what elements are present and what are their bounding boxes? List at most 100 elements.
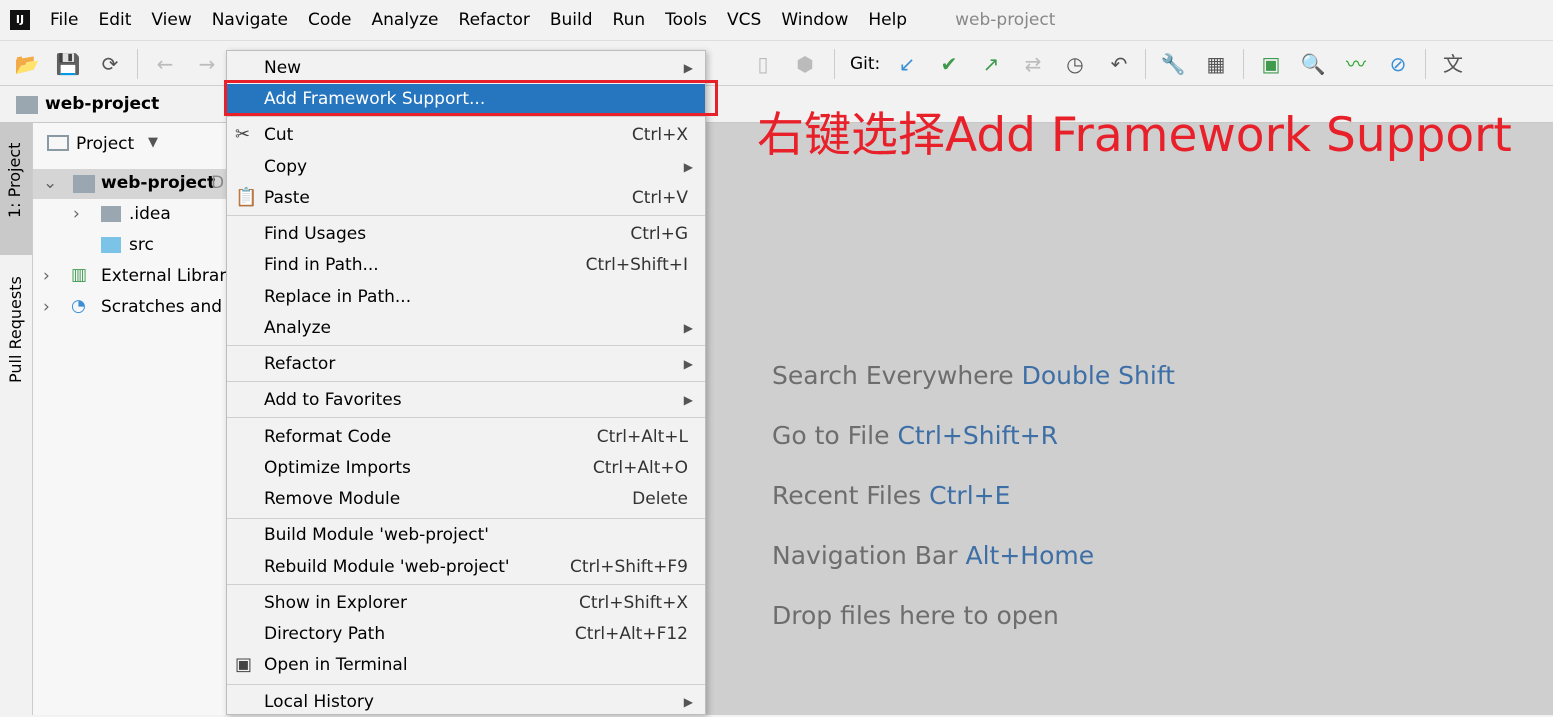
- tree-item-external-libraries[interactable]: › ▥ External Libraries: [33, 262, 226, 292]
- menu-item-find-in-path[interactable]: Find in Path... Ctrl+Shift+I: [227, 250, 705, 280]
- tab-pull-requests[interactable]: Pull Requests: [0, 263, 32, 413]
- menu-item-label: Local History: [264, 692, 374, 712]
- shortcut: Ctrl+Shift+I: [585, 255, 688, 275]
- menu-separator: [227, 215, 705, 216]
- module-folder-icon: [73, 175, 95, 193]
- menu-separator: [227, 381, 705, 382]
- clipboard-icon: 📋: [235, 187, 258, 208]
- menu-item-build-module-web-project[interactable]: Build Module 'web-project': [227, 520, 705, 550]
- history-icon[interactable]: ◷: [1062, 51, 1088, 77]
- menu-item-label: Cut: [264, 125, 294, 145]
- menu-item-label: Find in Path...: [264, 255, 379, 275]
- run-window-icon[interactable]: ▣: [1258, 51, 1284, 77]
- menu-file[interactable]: File: [50, 10, 78, 30]
- tab-project[interactable]: 1: Project: [0, 123, 32, 255]
- chevron-right-icon[interactable]: ›: [43, 266, 50, 286]
- back-icon[interactable]: ←: [152, 51, 178, 77]
- sync-icon[interactable]: ⟳: [97, 51, 123, 77]
- menu-item-label: Paste: [264, 188, 310, 208]
- tree-item-root[interactable]: ⌄ web-project D: [33, 169, 226, 199]
- menu-refactor[interactable]: Refactor: [459, 10, 530, 30]
- search-icon[interactable]: 🔍: [1300, 51, 1326, 77]
- project-view-selector[interactable]: Project: [76, 134, 134, 154]
- chevron-right-icon[interactable]: ›: [43, 297, 50, 317]
- shortcut: Ctrl+Shift+F9: [570, 557, 688, 577]
- menu-help[interactable]: Help: [868, 10, 907, 30]
- chevron-right-icon[interactable]: ›: [73, 204, 80, 224]
- menu-item-add-to-favorites[interactable]: Add to Favorites ▶: [227, 385, 705, 415]
- menu-item-label: Analyze: [264, 318, 331, 338]
- git-update-icon[interactable]: ↙: [894, 51, 920, 77]
- menu-run[interactable]: Run: [613, 10, 646, 30]
- menu-separator: [227, 584, 705, 585]
- menu-item-directory-path[interactable]: Directory Path Ctrl+Alt+F12: [227, 619, 705, 649]
- menu-item-replace-in-path[interactable]: Replace in Path...: [227, 282, 705, 312]
- menu-item-find-usages[interactable]: Find Usages Ctrl+G: [227, 219, 705, 249]
- translate-icon[interactable]: 文: [1440, 51, 1466, 77]
- open-folder-icon[interactable]: 📂: [14, 51, 40, 77]
- menu-item-remove-module[interactable]: Remove Module Delete: [227, 484, 705, 514]
- menu-item-copy[interactable]: Copy ▶: [227, 152, 705, 182]
- terminal-icon: ▣: [235, 654, 253, 675]
- shortcut: Ctrl+Alt+F12: [574, 624, 688, 644]
- menu-item-reformat-code[interactable]: Reformat Code Ctrl+Alt+L: [227, 422, 705, 452]
- menu-navigate[interactable]: Navigate: [212, 10, 288, 30]
- source-folder-icon: [101, 237, 121, 253]
- window-title: web-project: [955, 10, 1056, 30]
- menu-item-label: Replace in Path...: [264, 287, 412, 307]
- shortcut: Delete: [632, 489, 688, 509]
- git-label: Git:: [850, 54, 881, 74]
- breadcrumb-project[interactable]: web-project: [45, 94, 159, 114]
- tree-item-src[interactable]: src: [33, 231, 226, 261]
- menu-item-label: New: [264, 58, 302, 78]
- forward-icon[interactable]: →: [194, 51, 220, 77]
- chevron-down-icon[interactable]: ⌄: [43, 173, 57, 193]
- submenu-arrow-icon: ▶: [683, 393, 693, 407]
- menu-separator: [227, 345, 705, 346]
- menu-view[interactable]: View: [151, 10, 191, 30]
- git-commit-icon[interactable]: ✔: [936, 51, 962, 77]
- shortcut: Ctrl+V: [631, 188, 688, 208]
- device-icon[interactable]: ▯: [750, 51, 776, 77]
- profiler-icon[interactable]: 〰: [1343, 51, 1369, 77]
- project-structure-icon[interactable]: ▦: [1203, 51, 1229, 77]
- hint-search-everywhere: Search Everywhere Double Shift: [772, 361, 1175, 390]
- menu-vcs[interactable]: VCS: [727, 10, 761, 30]
- menu-window[interactable]: Window: [781, 10, 848, 30]
- menu-item-rebuild-module-web-project[interactable]: Rebuild Module 'web-project' Ctrl+Shift+F…: [227, 552, 705, 582]
- menu-code[interactable]: Code: [308, 10, 352, 30]
- tree-item-idea[interactable]: › .idea: [33, 200, 226, 230]
- menu-analyze[interactable]: Analyze: [372, 10, 439, 30]
- menu-item-new[interactable]: New ▶: [227, 53, 705, 83]
- menu-item-optimize-imports[interactable]: Optimize Imports Ctrl+Alt+O: [227, 453, 705, 483]
- menu-item-cut[interactable]: ✂ Cut Ctrl+X: [227, 120, 705, 150]
- menu-bar: IJ File Edit View Navigate Code Analyze …: [0, 0, 1553, 40]
- menu-item-local-history[interactable]: Local History ▶: [227, 687, 705, 717]
- menu-item-label: Show in Explorer: [264, 593, 407, 613]
- menu-build[interactable]: Build: [550, 10, 593, 30]
- menu-item-analyze[interactable]: Analyze ▶: [227, 313, 705, 343]
- hint-recent-files: Recent Files Ctrl+E: [772, 481, 1011, 510]
- package-icon[interactable]: ⬢: [792, 51, 818, 77]
- git-merge-icon[interactable]: ⇄: [1020, 51, 1046, 77]
- menu-tools[interactable]: Tools: [665, 10, 707, 30]
- disable-icon[interactable]: ⊘: [1385, 51, 1411, 77]
- project-folder-icon: [16, 96, 38, 114]
- menu-item-label: Optimize Imports: [264, 458, 411, 478]
- menu-separator: [227, 684, 705, 685]
- project-panel: Project ▼ ⌄ web-project D › .idea src › …: [33, 123, 226, 715]
- menu-item-refactor[interactable]: Refactor ▶: [227, 349, 705, 379]
- wrench-icon[interactable]: 🔧: [1160, 51, 1186, 77]
- menu-item-paste[interactable]: 📋 Paste Ctrl+V: [227, 183, 705, 213]
- git-push-icon[interactable]: ↗: [978, 51, 1004, 77]
- chevron-down-icon[interactable]: ▼: [148, 135, 158, 150]
- save-icon[interactable]: 💾: [55, 51, 81, 77]
- tree-item-scratches[interactable]: › ◔ Scratches and Consoles: [33, 293, 226, 323]
- submenu-arrow-icon: ▶: [683, 160, 693, 174]
- menu-edit[interactable]: Edit: [98, 10, 131, 30]
- menu-item-label: Open in Terminal: [264, 655, 408, 675]
- menu-separator: [227, 417, 705, 418]
- menu-item-show-in-explorer[interactable]: Show in Explorer Ctrl+Shift+X: [227, 588, 705, 618]
- menu-item-open-in-terminal[interactable]: ▣ Open in Terminal: [227, 650, 705, 680]
- rollback-icon[interactable]: ↶: [1106, 51, 1132, 77]
